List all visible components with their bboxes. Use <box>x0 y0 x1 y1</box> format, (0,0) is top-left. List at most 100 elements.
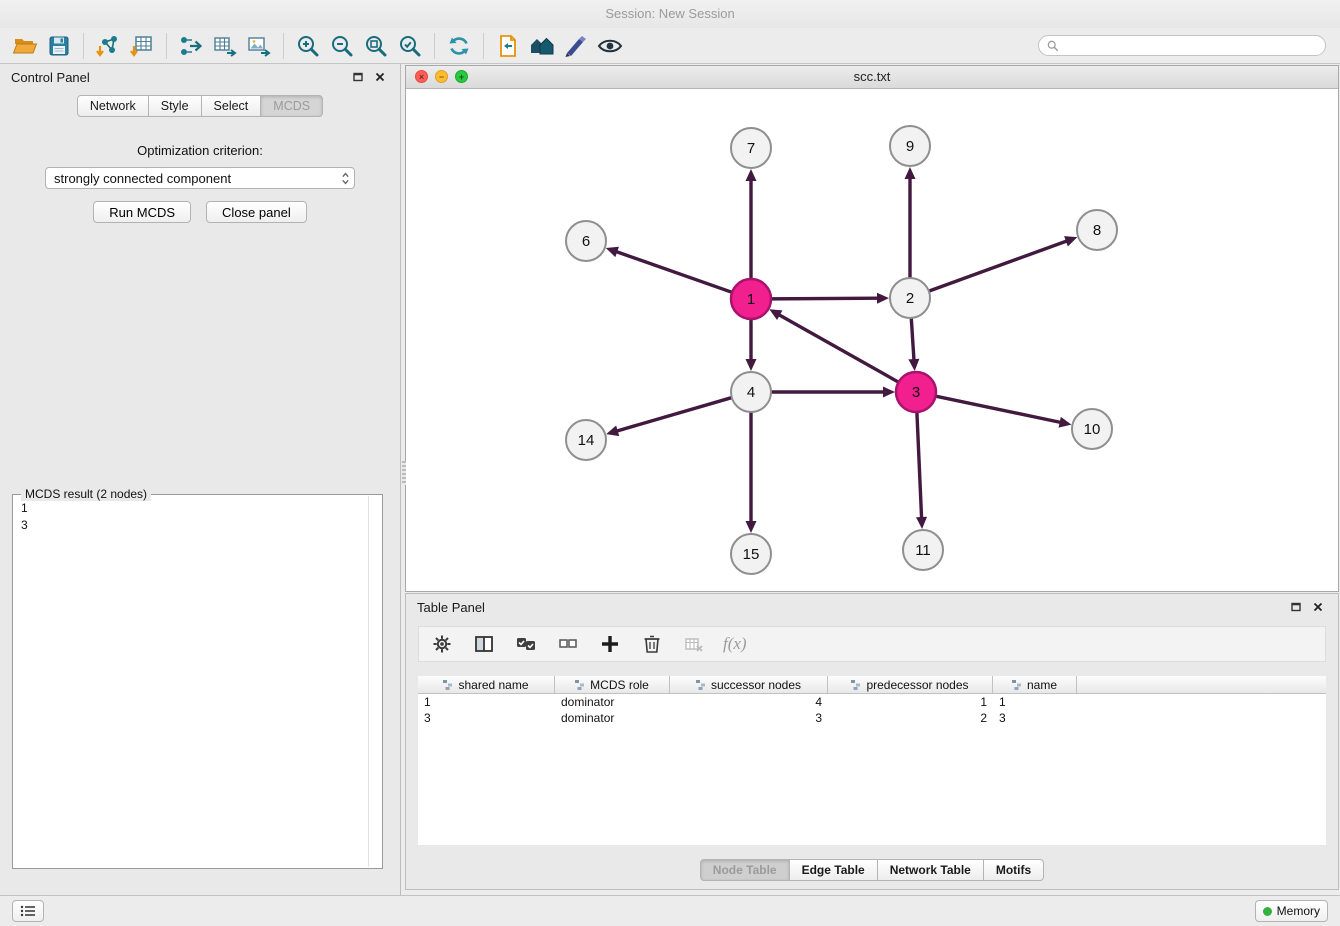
graph-edge-arrow <box>746 169 757 181</box>
optimization-criterion-select[interactable]: strongly connected component <box>45 167 355 189</box>
table-body: 1dominator4113dominator323 <box>418 694 1326 726</box>
window-title: Session: New Session <box>605 6 734 21</box>
graph-edge[interactable] <box>911 317 914 361</box>
control-panel-tabs: Network Style Select MCDS <box>0 95 400 117</box>
save-session-icon[interactable] <box>42 31 76 61</box>
toolbar-separator <box>434 33 435 59</box>
graph-edge[interactable] <box>616 397 733 431</box>
mcds-result-line: 3 <box>21 517 374 534</box>
search-icon <box>1047 40 1059 52</box>
network-window-title: scc.txt <box>854 69 891 84</box>
table-cell: dominator <box>555 695 670 709</box>
result-scrollbar[interactable] <box>368 496 369 867</box>
export-table-icon[interactable] <box>208 31 242 61</box>
tab-motifs[interactable]: Motifs <box>983 859 1044 881</box>
graph-edge[interactable] <box>778 314 899 382</box>
open-session-icon[interactable] <box>8 31 42 61</box>
export-network-icon[interactable] <box>174 31 208 61</box>
table-row[interactable]: 3dominator323 <box>418 710 1326 726</box>
graph-edge[interactable] <box>770 298 879 299</box>
close-window-button[interactable]: × <box>415 70 428 83</box>
table-panel: Table Panel f(x) <box>405 593 1339 890</box>
column-header-predecessor-nodes[interactable]: predecessor nodes <box>828 676 993 694</box>
attribute-icon <box>443 680 453 690</box>
graph-edge-arrow <box>877 293 889 304</box>
graph-edge[interactable] <box>917 411 922 519</box>
memory-button[interactable]: Memory <box>1255 900 1328 922</box>
memory-label: Memory <box>1277 904 1320 918</box>
task-history-button[interactable] <box>12 900 44 922</box>
column-header-shared-name[interactable]: shared name <box>418 676 555 694</box>
table-settings-gear-icon[interactable] <box>429 631 455 657</box>
network-canvas[interactable]: 7968124314101511 <box>406 89 1338 592</box>
zoom-selected-icon[interactable] <box>393 31 427 61</box>
table-cell: 1 <box>418 695 555 709</box>
tab-node-table[interactable]: Node Table <box>700 859 790 881</box>
tab-network-table[interactable]: Network Table <box>877 859 984 881</box>
dropdown-selected-value: strongly connected component <box>54 171 341 186</box>
search-input[interactable] <box>1064 38 1317 54</box>
column-layout-icon[interactable] <box>471 631 497 657</box>
graph-node-label: 14 <box>578 432 595 449</box>
graph-node-label: 10 <box>1084 421 1101 438</box>
tab-network[interactable]: Network <box>77 95 149 117</box>
table-cell: 1 <box>993 695 1077 709</box>
export-image-icon[interactable] <box>242 31 276 61</box>
float-panel-icon[interactable] <box>349 69 367 85</box>
table-header: shared name MCDS role successor nodes pr… <box>418 676 1326 694</box>
splitter-handle-vertical[interactable] <box>402 461 406 485</box>
refresh-icon[interactable] <box>442 31 476 61</box>
import-network-icon[interactable] <box>91 31 125 61</box>
style-document-icon[interactable] <box>491 31 525 61</box>
tab-select[interactable]: Select <box>201 95 262 117</box>
zoom-out-icon[interactable] <box>325 31 359 61</box>
zoom-fit-icon[interactable] <box>359 31 393 61</box>
graph-node-label: 15 <box>743 546 760 563</box>
graph-edge-arrow <box>1064 236 1077 246</box>
run-mcds-button[interactable]: Run MCDS <box>93 201 191 223</box>
column-header-successor-nodes[interactable]: successor nodes <box>670 676 828 694</box>
toolbar-separator <box>483 33 484 59</box>
tab-edge-table[interactable]: Edge Table <box>789 859 878 881</box>
mcds-result-content: 13 <box>13 495 382 539</box>
graph-edge[interactable] <box>615 251 733 292</box>
add-row-icon[interactable] <box>597 631 623 657</box>
search-field[interactable] <box>1038 35 1326 56</box>
toolbar-separator <box>283 33 284 59</box>
zoom-window-button[interactable]: + <box>455 70 468 83</box>
toolbar-separator <box>166 33 167 59</box>
node-table: shared name MCDS role successor nodes pr… <box>418 676 1326 845</box>
style-brush-icon[interactable] <box>559 31 593 61</box>
column-header-mcds-role[interactable]: MCDS role <box>555 676 670 694</box>
home-layout-icon[interactable] <box>525 31 559 61</box>
table-cell: 4 <box>670 695 828 709</box>
tab-style[interactable]: Style <box>148 95 202 117</box>
graph-edge[interactable] <box>928 241 1068 292</box>
attribute-icon <box>696 680 706 690</box>
graph-node-label: 4 <box>747 384 755 401</box>
status-bar: Memory <box>0 895 1340 926</box>
memory-status-icon <box>1263 907 1272 916</box>
graph-node-label: 6 <box>582 233 590 250</box>
select-all-icon[interactable] <box>513 631 539 657</box>
close-panel-button[interactable]: Close panel <box>206 201 307 223</box>
column-header-name[interactable]: name <box>993 676 1077 694</box>
close-table-panel-icon[interactable] <box>1309 599 1327 615</box>
float-table-panel-icon[interactable] <box>1287 599 1305 615</box>
table-cell: 3 <box>418 711 555 725</box>
attribute-icon <box>1012 680 1022 690</box>
table-cell: dominator <box>555 711 670 725</box>
show-hide-eye-icon[interactable] <box>593 31 627 61</box>
table-cell: 1 <box>828 695 993 709</box>
table-row[interactable]: 1dominator411 <box>418 694 1326 710</box>
import-table-icon[interactable] <box>125 31 159 61</box>
delete-row-icon[interactable] <box>639 631 665 657</box>
main-toolbar <box>0 28 1340 64</box>
window-titlebar: Session: New Session <box>0 0 1340 29</box>
minimize-window-button[interactable]: − <box>435 70 448 83</box>
deselect-all-icon[interactable] <box>555 631 581 657</box>
zoom-in-icon[interactable] <box>291 31 325 61</box>
close-panel-icon[interactable] <box>371 69 389 85</box>
tab-mcds[interactable]: MCDS <box>260 95 323 117</box>
graph-edge[interactable] <box>935 396 1062 423</box>
